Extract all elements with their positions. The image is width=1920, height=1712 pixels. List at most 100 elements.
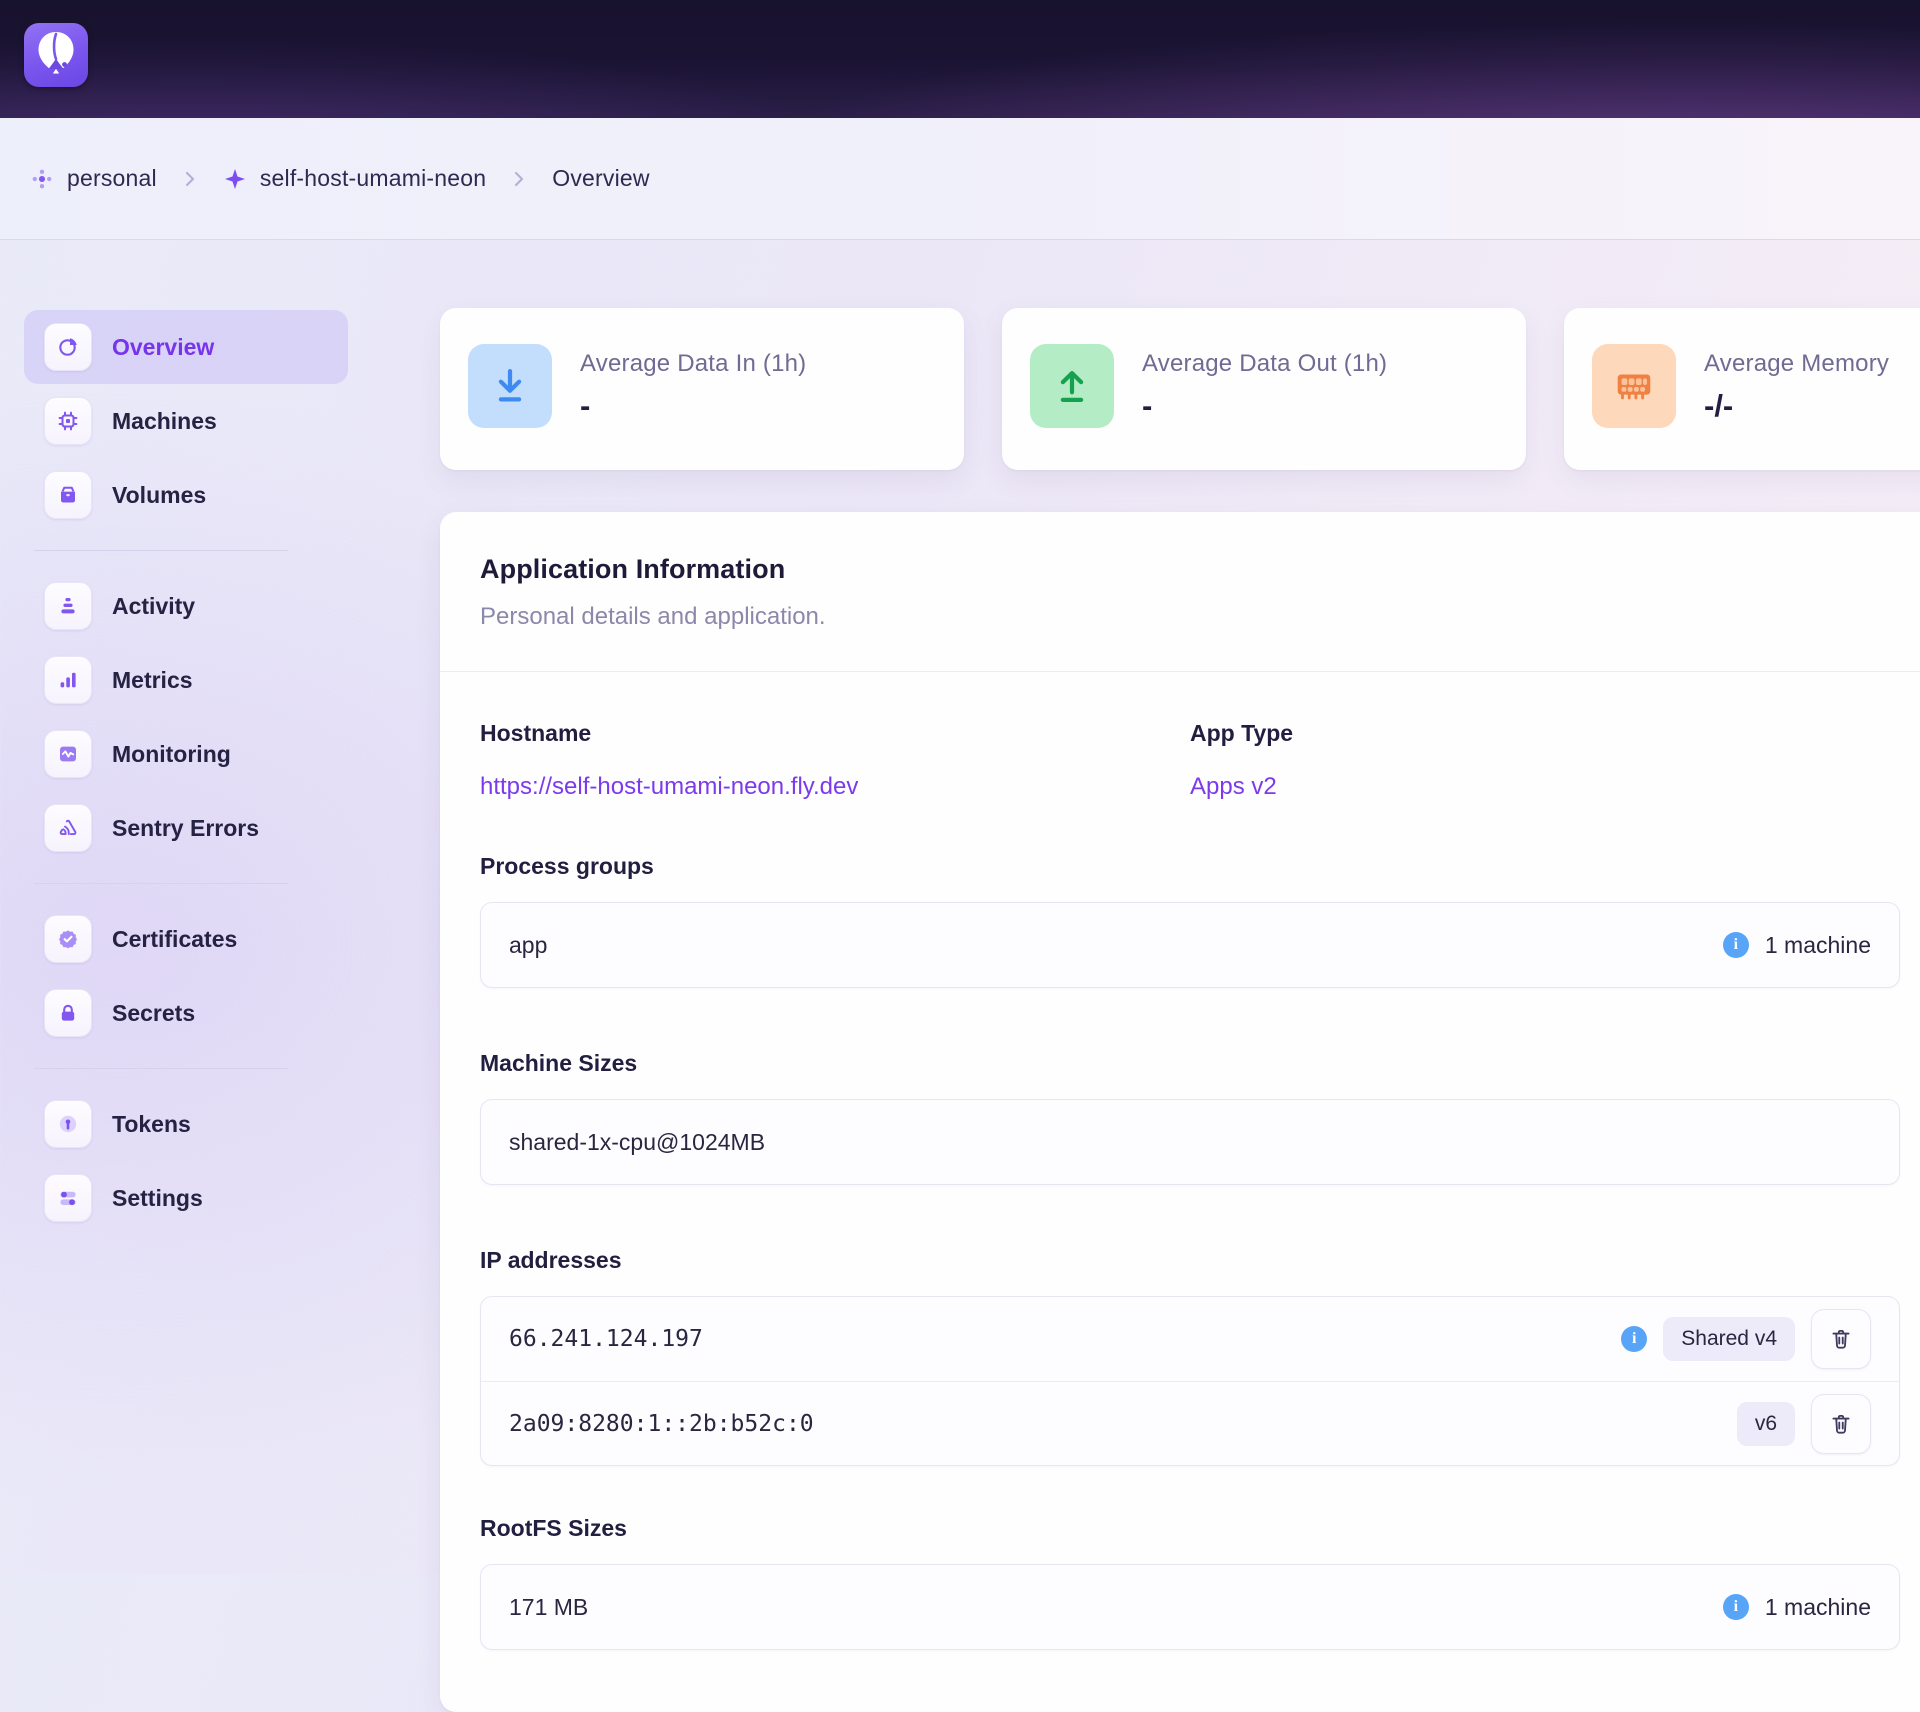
metric-cards-row: Average Data In (1h) - Average Data Out … [440,308,1920,470]
sidebar-item-metrics[interactable]: Metrics [24,643,348,717]
trash-icon [1828,1326,1854,1352]
app-type-field: App Type Apps v2 [1190,720,1900,801]
metric-card-data-in: Average Data In (1h) - [440,308,964,470]
machine-sizes-label: Machine Sizes [480,1050,1900,1077]
breadcrumb-page[interactable]: Overview [552,165,649,192]
ip-address-v4: 66.241.124.197 [509,1326,703,1352]
sidebar-item-settings[interactable]: Settings [24,1161,348,1235]
sidebar-divider [34,550,288,551]
ip-badge: Shared v4 [1663,1317,1795,1361]
chevron-right-icon [179,168,201,190]
process-groups-label: Process groups [480,853,1900,880]
info-icon[interactable]: i [1621,1326,1647,1352]
sidebar-item-certificates[interactable]: Certificates [24,902,348,976]
sidebar-item-label: Settings [112,1185,203,1212]
volumes-box-icon [44,471,92,519]
sidebar-item-label: Secrets [112,1000,195,1027]
ip-addresses-box: 66.241.124.197 i Shared v4 2a09:8280:1::… [480,1296,1900,1466]
machine-size-value: shared-1x-cpu@1024MB [509,1129,765,1156]
card-subtitle: Personal details and application. [480,603,1900,631]
sidebar-item-volumes[interactable]: Volumes [24,458,348,532]
info-icon[interactable]: i [1723,1594,1749,1620]
machine-sizes-box: shared-1x-cpu@1024MB [480,1099,1900,1185]
sidebar-nav: Overview Machines Volumes [24,310,348,1235]
metric-title: Average Data Out (1h) [1142,350,1387,378]
ip-row: 2a09:8280:1::2b:b52c:0 v6 [481,1381,1899,1465]
process-group-machines: 1 machine [1765,932,1871,959]
process-group-row: app i 1 machine [481,903,1899,987]
machine-size-row: shared-1x-cpu@1024MB [481,1100,1899,1184]
application-information-card: Application Information Personal details… [440,512,1920,1712]
org-dots-icon [30,167,54,191]
activity-stack-icon [44,582,92,630]
download-icon [468,344,552,428]
sidebar-item-label: Metrics [112,667,193,694]
trash-icon [1828,1411,1854,1437]
monitoring-pulse-icon [44,730,92,778]
metric-card-data-out: Average Data Out (1h) - [1002,308,1526,470]
ip-row: 66.241.124.197 i Shared v4 [481,1297,1899,1381]
fly-balloon-logo[interactable] [24,23,88,87]
upload-icon [1030,344,1114,428]
sidebar-item-tokens[interactable]: Tokens [24,1087,348,1161]
sidebar-item-label: Tokens [112,1111,191,1138]
sidebar-item-activity[interactable]: Activity [24,569,348,643]
sidebar-item-label: Sentry Errors [112,815,259,842]
metric-title: Average Data In (1h) [580,350,806,378]
chevron-right-icon [508,168,530,190]
rootfs-row: 171 MB i 1 machine [481,1565,1899,1649]
breadcrumb: personal self-host-umami-neon Overview [0,118,1920,240]
delete-ip-button[interactable] [1811,1309,1871,1369]
sidebar-item-label: Certificates [112,926,237,953]
breadcrumb-app-label: self-host-umami-neon [260,165,486,192]
hostname-label: Hostname [480,720,1190,747]
process-group-name: app [509,932,547,959]
sidebar-divider [34,1068,288,1069]
sidebar-item-label: Machines [112,408,217,435]
ip-addresses-label: IP addresses [480,1247,1900,1274]
delete-ip-button[interactable] [1811,1394,1871,1454]
breadcrumb-org[interactable]: personal [30,165,157,192]
app-type-link[interactable]: Apps v2 [1190,773,1277,800]
balloon-icon [24,23,88,87]
metric-value: - [580,388,806,424]
ip-badge: v6 [1737,1402,1795,1446]
info-icon[interactable]: i [1723,932,1749,958]
card-title: Application Information [480,554,1900,585]
sidebar-item-secrets[interactable]: Secrets [24,976,348,1050]
rootfs-machines: 1 machine [1765,1594,1871,1621]
breadcrumb-app[interactable]: self-host-umami-neon [223,165,486,192]
sidebar-item-sentry-errors[interactable]: Sentry Errors [24,791,348,865]
machines-chip-icon [44,397,92,445]
sidebar-item-label: Volumes [112,482,206,509]
memory-icon [1592,344,1676,428]
process-groups-box: app i 1 machine [480,902,1900,988]
sidebar-item-monitoring[interactable]: Monitoring [24,717,348,791]
breadcrumb-org-label: personal [67,165,157,192]
sidebar-item-overview[interactable]: Overview [24,310,348,384]
top-header-bar [0,0,1920,118]
lock-icon [44,989,92,1037]
sidebar-divider [34,883,288,884]
sidebar-item-label: Overview [112,334,214,361]
rootfs-size-value: 171 MB [509,1594,588,1621]
rootfs-sizes-label: RootFS Sizes [480,1515,1900,1542]
rootfs-sizes-box: 171 MB i 1 machine [480,1564,1900,1650]
hostname-field: Hostname https://self-host-umami-neon.fl… [480,720,1190,801]
token-keyhole-icon [44,1100,92,1148]
sidebar-item-label: Monitoring [112,741,231,768]
metric-value: -/- [1704,388,1889,424]
app-type-label: App Type [1190,720,1900,747]
ip-address-v6: 2a09:8280:1::2b:b52c:0 [509,1411,814,1437]
app-sparkle-icon [223,167,247,191]
metric-value: - [1142,388,1387,424]
metrics-bars-icon [44,656,92,704]
metric-title: Average Memory [1704,350,1889,378]
sidebar-item-machines[interactable]: Machines [24,384,348,458]
sidebar-item-label: Activity [112,593,195,620]
hostname-link[interactable]: https://self-host-umami-neon.fly.dev [480,773,858,800]
certificate-badge-check-icon [44,915,92,963]
settings-toggles-icon [44,1174,92,1222]
metric-card-memory: Average Memory -/- [1564,308,1920,470]
overview-pie-icon [44,323,92,371]
